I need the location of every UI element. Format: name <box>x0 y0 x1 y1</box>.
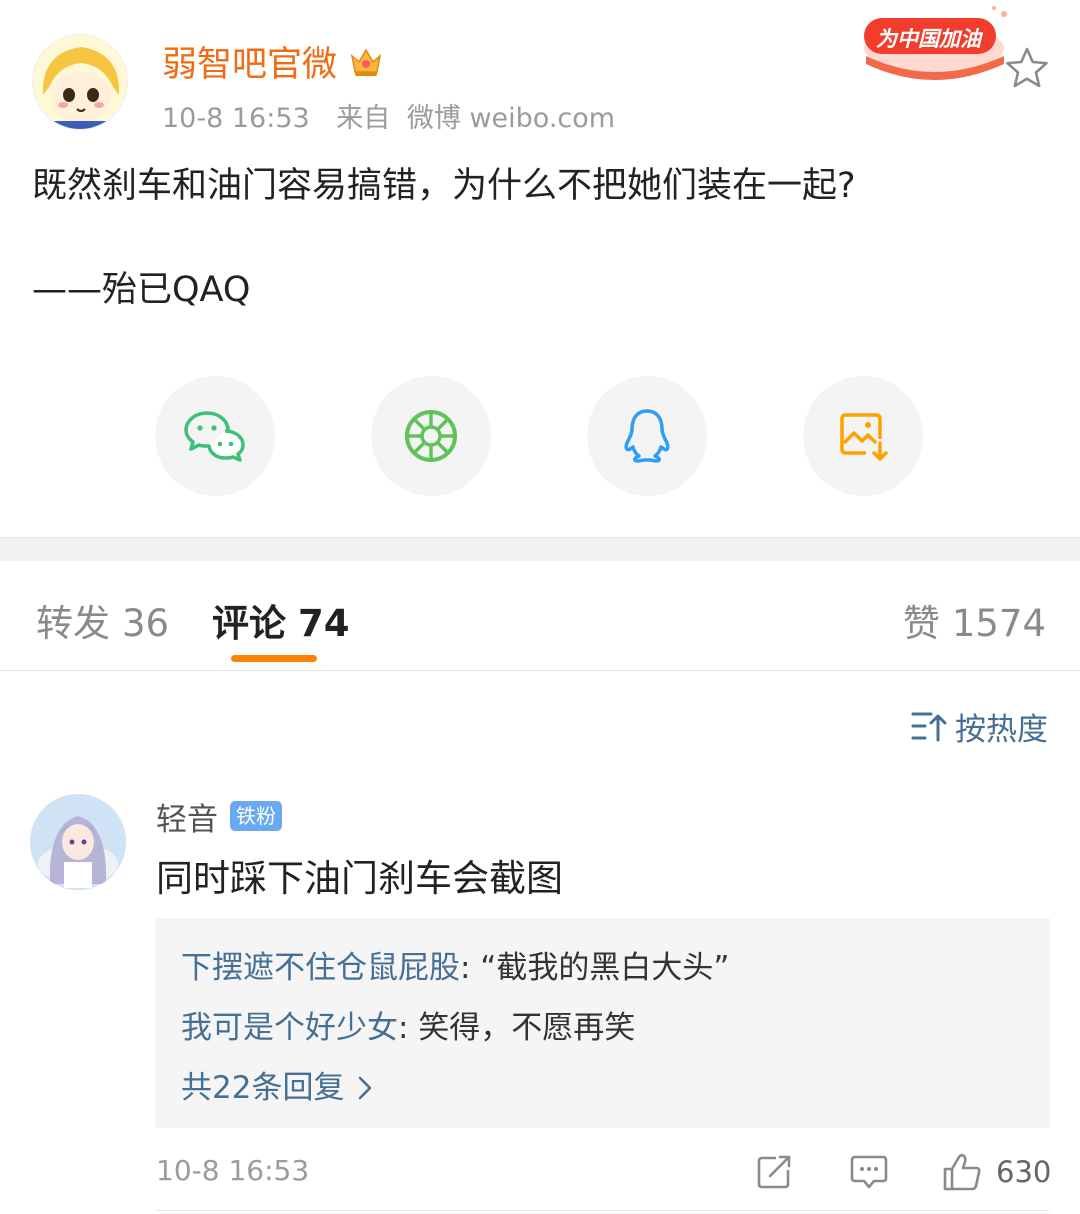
share-wechat-button[interactable] <box>155 376 275 496</box>
post-body-line: 既然刹车和油门容易搞错，为什么不把她们装在一起? <box>32 166 856 206</box>
more-replies-link[interactable]: 共22条回复 <box>181 1058 1024 1118</box>
tab-like-count: 1574 <box>951 602 1046 645</box>
sort-icon <box>911 712 947 742</box>
tab-repost[interactable]: 转发 36 <box>36 593 169 647</box>
sort-toggle[interactable]: 按热度 <box>911 704 1048 748</box>
tab-repost-count: 36 <box>122 602 170 645</box>
comment-like-button[interactable]: 630 <box>942 1148 1051 1196</box>
reply-user[interactable]: 我可是个好少女 <box>181 1010 398 1046</box>
wechat-icon <box>184 411 245 462</box>
comment-separator <box>156 1210 1050 1211</box>
share-moments-button[interactable] <box>371 376 491 496</box>
qq-icon <box>624 409 670 463</box>
reply-item[interactable]: 我可是个好少女: 笑得，不愿再笑 <box>181 998 1024 1058</box>
post-time: 10-8 16:53 <box>162 103 310 134</box>
tab-like-label: 赞 <box>902 602 940 645</box>
comment-repost-button[interactable] <box>756 1148 792 1196</box>
comment-icon <box>850 1155 888 1189</box>
favorite-star-icon[interactable] <box>1004 46 1050 90</box>
tab-comment-label: 评论 <box>212 602 286 645</box>
post-source: 微博 weibo.com <box>406 103 616 134</box>
avatar-image <box>33 35 127 129</box>
reply-item[interactable]: 下摆遮不住仓鼠屁股: “截我的黑白大头” <box>181 938 1024 998</box>
thumbs-up-icon <box>943 1153 981 1191</box>
tab-comment-count: 74 <box>298 602 350 645</box>
comment-text: 同时踩下油门刹车会截图 <box>156 857 563 900</box>
cheer-badge[interactable]: 为中国加油 <box>856 4 1014 82</box>
post-tabs: 转发 36 评论 74 赞 1574 <box>0 561 1080 671</box>
share-row <box>155 376 925 496</box>
comment-footer: 10-8 16:53 630 <box>156 1148 1051 1198</box>
share-qq-button[interactable] <box>587 376 707 496</box>
author-avatar[interactable] <box>32 34 128 130</box>
save-image-button[interactable] <box>803 376 923 496</box>
commenter-avatar[interactable] <box>30 794 126 890</box>
commenter-avatar-image <box>30 794 126 890</box>
active-tab-indicator <box>231 655 317 662</box>
save-image-icon <box>840 413 888 461</box>
author-row: 弱智吧官微 <box>162 36 385 87</box>
tab-repost-label: 转发 <box>36 602 110 645</box>
post-body-signature: ——殆已QAQ <box>32 270 251 310</box>
reply-text: : 笑得，不愿再笑 <box>398 1010 636 1046</box>
comment-time: 10-8 16:53 <box>156 1154 310 1187</box>
post-meta: 10-8 16:53 来自 微博 weibo.com <box>162 96 615 135</box>
reply-box[interactable]: 下摆遮不住仓鼠屁股: “截我的黑白大头” 我可是个好少女: 笑得，不愿再笑 共2… <box>155 918 1050 1128</box>
moments-icon <box>405 410 457 462</box>
reply-text: : “截我的黑白大头” <box>460 950 730 986</box>
repost-icon <box>757 1155 791 1189</box>
post-source-prefix: 来自 <box>336 103 391 134</box>
commenter-row: 轻音 铁粉 <box>156 794 282 838</box>
cheer-badge-text: 为中国加油 <box>876 27 981 51</box>
fan-badge: 铁粉 <box>230 801 282 831</box>
more-replies-label: 共22条回复 <box>181 1070 345 1106</box>
tab-comment[interactable]: 评论 74 <box>212 593 350 647</box>
section-divider <box>0 537 1080 561</box>
reply-user[interactable]: 下摆遮不住仓鼠屁股 <box>181 950 460 986</box>
tab-like[interactable]: 赞 1574 <box>903 593 1046 647</box>
chevron-right-icon <box>359 1076 372 1100</box>
comment-reply-button[interactable] <box>850 1148 888 1196</box>
sort-label: 按热度 <box>955 711 1048 748</box>
crown-icon <box>347 42 385 80</box>
commenter-name[interactable]: 轻音 <box>156 794 218 839</box>
comment-like-count: 630 <box>996 1155 1052 1189</box>
author-name[interactable]: 弱智吧官微 <box>162 36 337 87</box>
post-body: 既然刹车和油门容易搞错，为什么不把她们装在一起? ——殆已QAQ <box>32 160 1052 316</box>
